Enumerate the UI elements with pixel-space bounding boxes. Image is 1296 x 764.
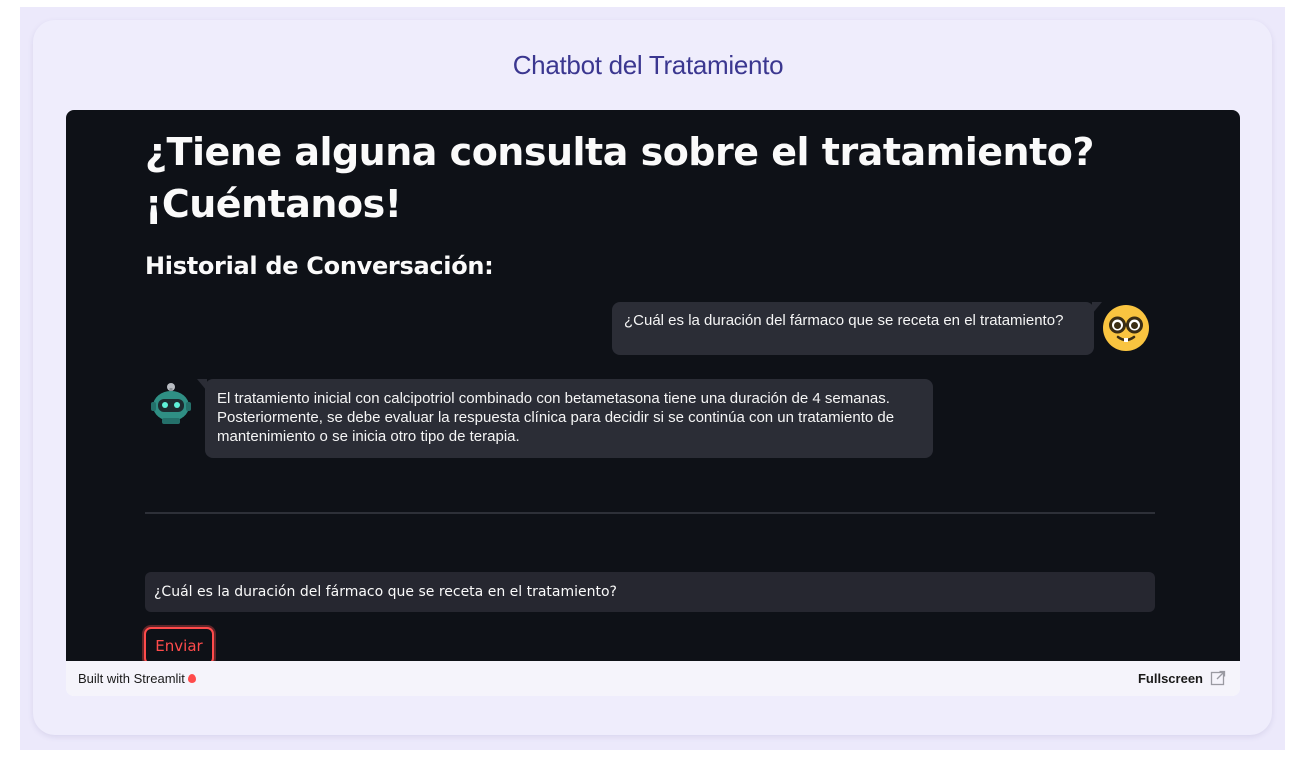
send-button[interactable]: Enviar [144, 627, 214, 665]
streamlit-app-frame: ¿Tiene alguna consulta sobre el tratamie… [66, 110, 1240, 696]
user-message-text: ¿Cuál es la duración del fármaco que se … [624, 312, 1064, 329]
history-heading: Historial de Conversación: [145, 252, 494, 280]
app-main: ¿Tiene alguna consulta sobre el tratamie… [66, 110, 1240, 665]
nerd-face-icon [1103, 305, 1149, 351]
built-with-text: Built with Streamlit [78, 671, 185, 686]
bot-message-bubble: El tratamiento inicial con calcipotriol … [197, 379, 933, 458]
robot-icon [151, 383, 191, 424]
balloon-icon [187, 674, 196, 683]
fullscreen-label: Fullscreen [1137, 670, 1203, 686]
app-footer: Built with Streamlit Fullscreen [66, 661, 1240, 696]
built-with-streamlit-link[interactable]: Built with Streamlit [78, 671, 196, 686]
fullscreen-button[interactable]: Fullscreen [1138, 670, 1226, 686]
page-title: Chatbot del Tratamiento [512, 50, 784, 80]
divider [145, 512, 1155, 514]
bot-message-text: El tratamiento inicial con calcipotriol … [217, 390, 895, 445]
external-link-icon [1210, 670, 1226, 686]
question-input[interactable] [145, 572, 1155, 612]
main-heading: ¿Tiene alguna consulta sobre el tratamie… [145, 130, 1094, 226]
user-message-bubble: ¿Cuál es la duración del fármaco que se … [612, 302, 1102, 355]
